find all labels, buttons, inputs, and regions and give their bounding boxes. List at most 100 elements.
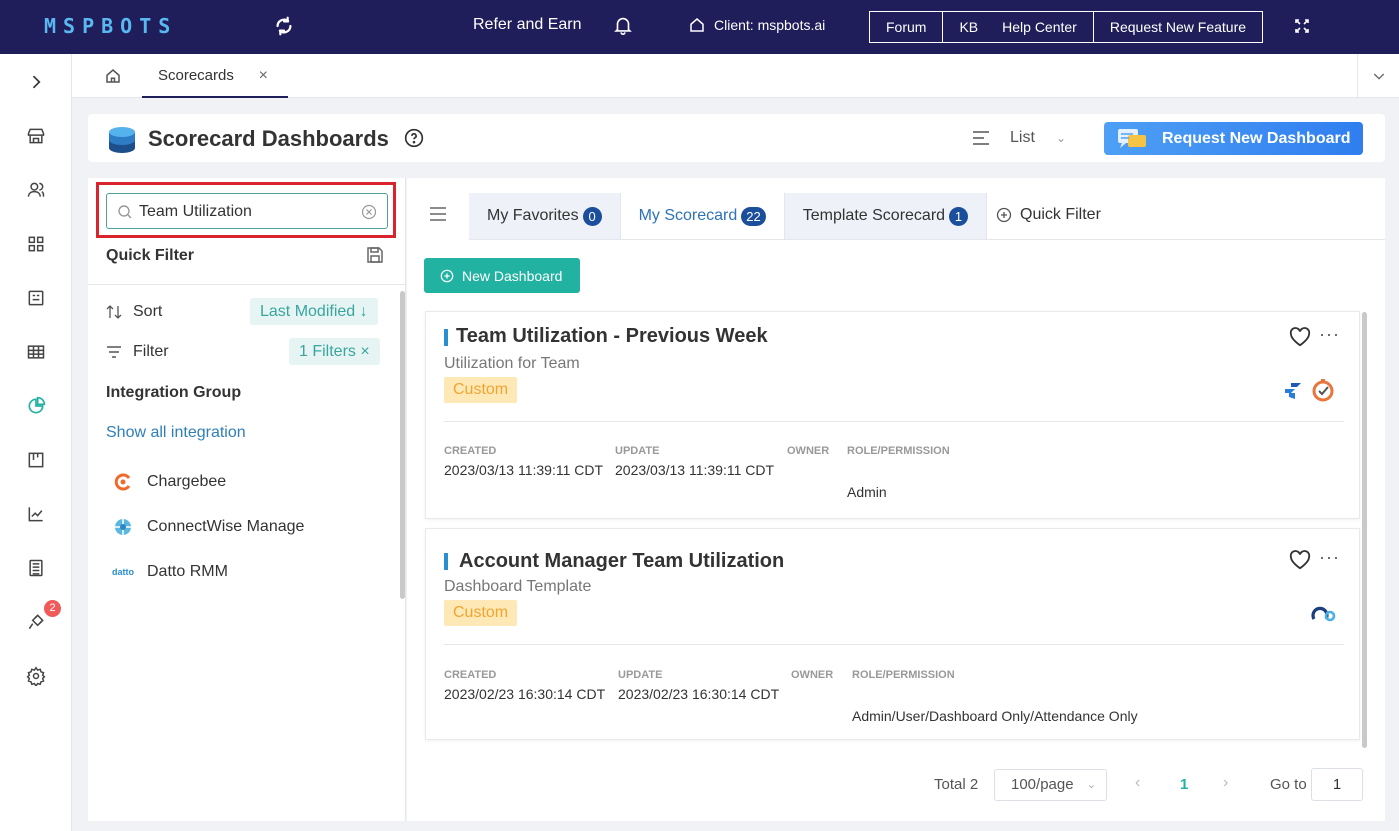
- role-value: Admin/User/Dashboard Only/Attendance Onl…: [852, 708, 1138, 724]
- kb-link[interactable]: KB: [943, 12, 986, 42]
- count-badge: 1: [949, 206, 969, 226]
- fullscreen-icon[interactable]: [1294, 18, 1310, 34]
- users-icon[interactable]: [24, 178, 48, 202]
- sync-icon[interactable]: [273, 15, 295, 37]
- tabs-dropdown-button[interactable]: [1357, 54, 1399, 98]
- top-links: Forum KB Help Center Request New Feature: [869, 11, 1264, 43]
- chevron-right-icon[interactable]: [24, 70, 48, 94]
- count-badge: 22: [741, 206, 766, 226]
- grid-icon[interactable]: [24, 232, 48, 256]
- update-label: UPDATE: [615, 445, 660, 457]
- page-number-current[interactable]: 1: [1180, 776, 1188, 793]
- role-value: Admin: [847, 484, 887, 500]
- card-title[interactable]: Team Utilization - Previous Week: [456, 325, 768, 348]
- chat-bubble-icon: [1118, 129, 1146, 148]
- help-center-link[interactable]: Help Center: [986, 12, 1094, 42]
- close-icon[interactable]: ×: [259, 67, 268, 85]
- dashboard-list-panel: My Favorites 0 My Scorecard 22 Template …: [407, 178, 1385, 821]
- filter-label: Filter: [133, 343, 169, 360]
- count-badge: 0: [582, 206, 602, 226]
- card-subtitle: Dashboard Template: [444, 578, 592, 595]
- report-icon[interactable]: [24, 286, 48, 310]
- integration-label: Datto RMM: [147, 563, 228, 580]
- chevron-down-icon[interactable]: ⌄: [1056, 131, 1066, 145]
- dashboard-card[interactable]: Account Manager Team Utilization Dashboa…: [425, 528, 1360, 740]
- search-input[interactable]: [139, 200, 349, 224]
- request-new-dashboard-button[interactable]: Request New Dashboard: [1104, 122, 1363, 155]
- request-new-dashboard-label: Request New Dashboard: [1162, 129, 1351, 147]
- sort-icon: [106, 305, 122, 319]
- autotask-icon: [1311, 606, 1336, 622]
- tab-bar: Scorecards ×: [72, 54, 1399, 98]
- top-bar: MSPBOTS Refer and Earn Client: mspbots.a…: [0, 0, 1399, 54]
- bell-icon[interactable]: [612, 14, 634, 36]
- heart-icon[interactable]: [1289, 550, 1311, 570]
- left-sidebar: 2: [0, 54, 72, 831]
- connectwise-icon: [112, 516, 134, 538]
- divider: [444, 644, 1344, 645]
- created-label: CREATED: [444, 445, 497, 457]
- show-all-integration-link[interactable]: Show all integration: [106, 424, 246, 442]
- filter-panel: Quick Filter Sort Last Modified ↓ Filter…: [88, 178, 406, 821]
- save-icon[interactable]: [366, 246, 384, 264]
- list-icon[interactable]: [972, 130, 990, 146]
- tab-my-scorecard[interactable]: My Scorecard 22: [620, 193, 785, 239]
- filter-chip[interactable]: 1 Filters ×: [289, 338, 380, 365]
- scrollbar[interactable]: [400, 291, 405, 599]
- scorecard-tabs: My Favorites 0 My Scorecard 22 Template …: [469, 193, 988, 239]
- gear-icon[interactable]: [24, 664, 48, 688]
- heart-icon[interactable]: [1289, 327, 1311, 347]
- next-page-button[interactable]: ›: [1223, 774, 1228, 792]
- more-icon[interactable]: ···: [1319, 324, 1340, 345]
- help-icon[interactable]: [404, 128, 424, 148]
- integration-item-connectwise-manage[interactable]: ConnectWise Manage: [112, 515, 304, 539]
- pie-chart-icon[interactable]: [24, 394, 48, 418]
- mspbots-logo[interactable]: MSPBOTS: [44, 14, 177, 38]
- role-label: ROLE/PERMISSION: [847, 445, 950, 457]
- integration-item-chargebee[interactable]: Chargebee: [112, 470, 226, 494]
- clear-icon[interactable]: [361, 204, 377, 220]
- new-dashboard-button[interactable]: New Dashboard: [424, 258, 580, 293]
- tab-label: Template Scorecard: [802, 207, 946, 224]
- integration-item-datto-rmm[interactable]: datto Datto RMM: [112, 560, 228, 584]
- kanban-icon[interactable]: [24, 448, 48, 472]
- quick-filter-button[interactable]: Quick Filter: [996, 206, 1101, 224]
- prev-page-button[interactable]: ‹: [1135, 774, 1140, 792]
- goto-page-input[interactable]: 1: [1311, 768, 1363, 801]
- page-title: Scorecard Dashboards: [148, 126, 389, 151]
- more-icon[interactable]: ···: [1319, 547, 1340, 568]
- quick-filter-title: Quick Filter: [106, 247, 195, 264]
- refer-and-earn-link[interactable]: Refer and Earn: [473, 16, 582, 34]
- search-field[interactable]: [106, 193, 388, 229]
- update-value: 2023/02/23 16:30:14 CDT: [618, 686, 780, 702]
- plug-icon[interactable]: [24, 610, 48, 634]
- tab-template-scorecard[interactable]: Template Scorecard 1: [784, 193, 988, 239]
- dashboard-card[interactable]: Team Utilization - Previous Week Utiliza…: [425, 311, 1360, 519]
- tab-scorecards[interactable]: Scorecards ×: [142, 54, 288, 98]
- tab-label: My Scorecard: [638, 207, 738, 224]
- forum-link[interactable]: Forum: [870, 12, 944, 42]
- scrollbar[interactable]: [1362, 312, 1367, 748]
- time-tracker-icon: [1312, 379, 1334, 402]
- store-icon[interactable]: [24, 124, 48, 148]
- menu-icon[interactable]: [429, 206, 447, 222]
- jira-icon: [1285, 383, 1301, 399]
- home-icon[interactable]: [104, 67, 122, 85]
- custom-badge: Custom: [444, 377, 518, 403]
- search-icon: [118, 205, 132, 219]
- calculator-icon[interactable]: [24, 556, 48, 580]
- sort-select[interactable]: Last Modified ↓: [250, 298, 378, 325]
- custom-badge: Custom: [444, 600, 518, 626]
- tab-my-favorites[interactable]: My Favorites 0: [469, 193, 621, 239]
- owner-label: OWNER: [791, 669, 834, 681]
- view-mode-select[interactable]: List: [1010, 129, 1035, 147]
- line-chart-icon[interactable]: [24, 502, 48, 526]
- integration-group-title: Integration Group: [106, 384, 242, 401]
- client-selector[interactable]: Client: mspbots.ai: [688, 16, 825, 34]
- request-new-feature-link[interactable]: Request New Feature: [1094, 12, 1262, 42]
- database-icon: [109, 127, 135, 153]
- card-title[interactable]: Account Manager Team Utilization: [459, 550, 784, 573]
- page-size-select[interactable]: 100/page ⌄: [994, 769, 1107, 801]
- filter-icon: [107, 346, 121, 358]
- table-icon[interactable]: [24, 340, 48, 364]
